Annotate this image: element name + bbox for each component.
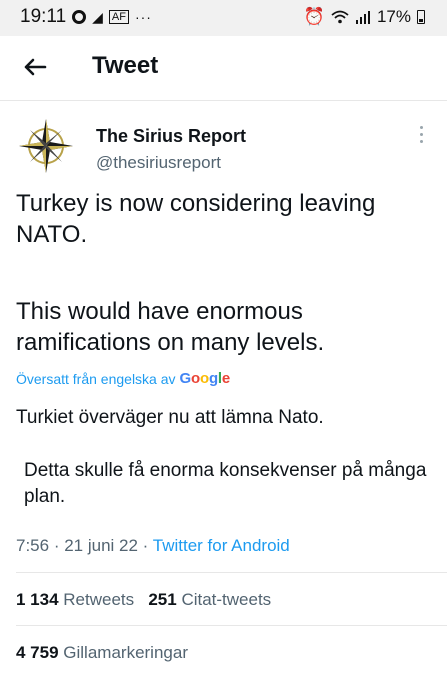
status-left: 19:11 ◢ AF ··· — [20, 6, 152, 28]
tweet-date: 21 juni 22 — [64, 536, 138, 555]
battery-icon — [417, 10, 425, 24]
tweet-source-link[interactable]: Twitter for Android — [153, 536, 290, 555]
page-title: Tweet — [92, 52, 159, 79]
translated-text-line2: Detta skulle få enorma konsekvenser på m… — [24, 460, 427, 507]
tweet-meta: 7:56 · 21 juni 22 · Twitter for Android — [16, 536, 290, 555]
likes-label[interactable]: Gillamarkeringar — [63, 643, 188, 662]
author-name[interactable]: The Sirius Report — [96, 126, 246, 147]
battery-percent: 17% — [376, 7, 411, 26]
back-arrow-icon[interactable] — [18, 50, 52, 84]
likes-count[interactable]: 4 759 — [16, 643, 59, 662]
record-icon — [72, 10, 87, 24]
status-bar: 19:11 ◢ AF ··· ⏰ 17% — [0, 0, 447, 36]
tweet-time: 7:56 — [16, 536, 50, 555]
signal-icon — [355, 11, 370, 24]
retweets-count[interactable]: 1 134 — [16, 590, 59, 609]
translation-attribution[interactable]: Översatt från engelska av Google — [16, 370, 230, 387]
likes-row: 4 759 Gillamarkeringar — [16, 643, 188, 663]
tweet-text-line2: This would have enormous ramifications o… — [16, 298, 325, 356]
alarm-icon: ⏰ — [303, 7, 325, 26]
telegram-icon: ◢ — [92, 8, 103, 25]
wifi-icon — [331, 10, 349, 24]
status-time: 19:11 — [20, 6, 67, 27]
status-right: ⏰ 17% — [304, 7, 425, 27]
translation-label: Översatt från engelska av — [16, 370, 176, 387]
translated-text-line1: Turkiet överväger nu att lämna Nato. — [16, 407, 324, 428]
author-handle[interactable]: @thesiriusreport — [96, 153, 221, 173]
news-icon: AF — [108, 10, 129, 24]
quotes-label[interactable]: Citat-tweets — [181, 590, 271, 609]
compass-star-logo-icon — [19, 119, 73, 173]
more-dots-icon: ··· — [134, 9, 152, 25]
more-options-icon[interactable] — [416, 126, 426, 148]
google-logo: Google — [179, 370, 231, 387]
divider — [16, 625, 447, 626]
divider — [16, 572, 447, 573]
tweet-text-line1: Turkey is now considering leaving NATO. — [16, 190, 376, 248]
stats-row: 1 134 Retweets 251 Citat-tweets — [16, 590, 271, 610]
quotes-count[interactable]: 251 — [148, 590, 176, 609]
retweets-label[interactable]: Retweets — [63, 590, 134, 609]
top-bar: Tweet — [0, 36, 447, 101]
avatar[interactable] — [16, 116, 76, 176]
